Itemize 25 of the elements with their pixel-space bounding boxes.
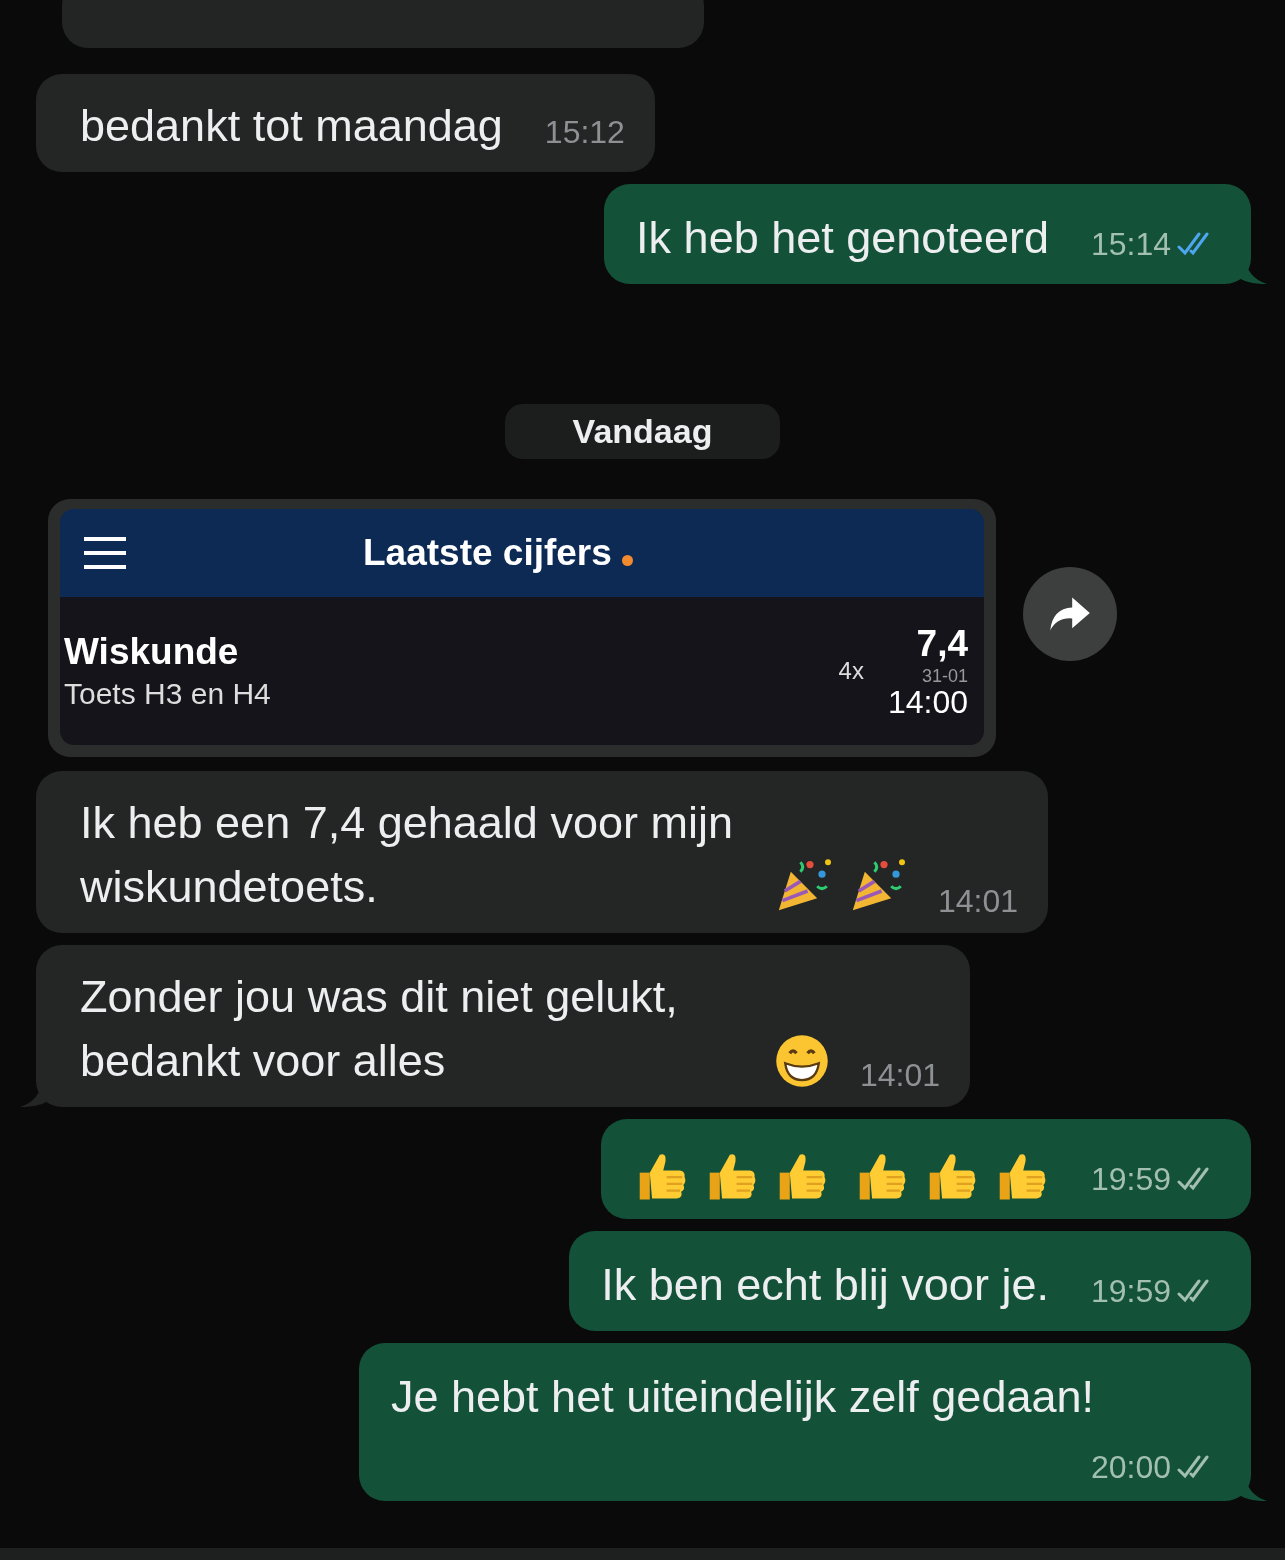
message-time: 14:00 (887, 685, 968, 719)
message-time: 19:59 (1090, 1160, 1171, 1199)
grade-weight: 4x (838, 657, 864, 685)
message-text: bedankt tot maandag (80, 100, 503, 151)
subject-name: Wiskunde (64, 631, 240, 673)
message-time: 15:14 (1090, 225, 1171, 264)
dot-icon (621, 554, 633, 566)
message-time: 20:00 (1090, 1448, 1171, 1487)
grade-date: 31-01 (921, 667, 968, 685)
message-time: 14:01 (860, 1056, 941, 1095)
grinning-face-icon (774, 1033, 830, 1089)
message-time: 14:01 (938, 882, 1019, 921)
message-text: Je hebt het uiteindelijk zelf gedaan! (391, 1371, 1094, 1422)
message-text: Ik heb een 7,4 gehaald voor mijn wiskundetoets. (80, 796, 734, 914)
message-text: Ik heb het genoteerd (636, 212, 1049, 263)
menu-icon (82, 536, 128, 570)
message-text: Zonder jou was dit niet gelukt, bedankt voor alles (80, 970, 679, 1088)
grade-value: 7,4 (916, 623, 968, 665)
message-time: 15:12 (544, 113, 625, 152)
forward-icon (1048, 595, 1092, 633)
app-title: Laatste cijfers (363, 532, 612, 574)
message-text: Ik ben echt blij voor je. (601, 1259, 1049, 1310)
test-description: Toets H3 en H4 (64, 677, 272, 711)
message-time: 19:59 (1090, 1272, 1171, 1311)
date-chip: Vandaag (504, 404, 781, 459)
